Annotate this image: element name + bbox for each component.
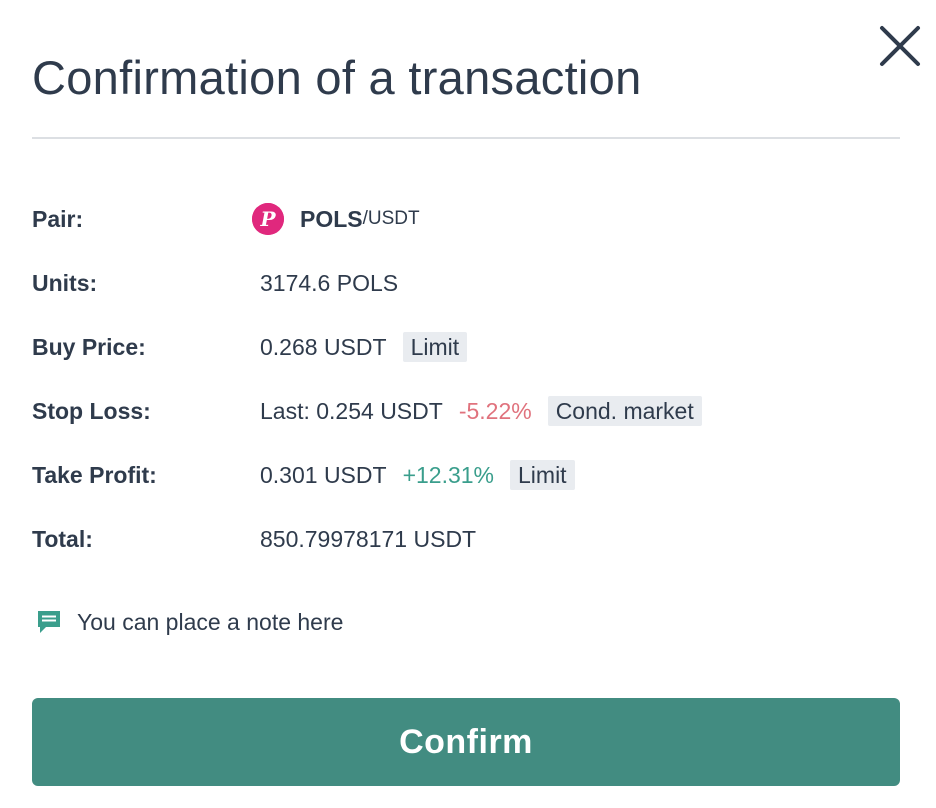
take-profit-percent: +12.31% <box>402 461 495 488</box>
buy-price-order-type-tag: Limit <box>402 332 468 362</box>
take-profit-row: Take Profit: 0.301 USDT +12.31% Limit <box>32 457 900 493</box>
comment-icon <box>36 609 62 635</box>
buy-price-value: 0.268 USDT Limit <box>260 329 468 365</box>
take-profit-value: 0.301 USDT +12.31% Limit <box>260 457 575 493</box>
units-value: 3174.6 POLS <box>260 265 398 301</box>
confirm-button[interactable]: Confirm <box>32 698 900 786</box>
pair-base-symbol: POLS <box>300 205 363 232</box>
buy-price-row: Buy Price: 0.268 USDT Limit <box>32 329 900 365</box>
coin-letter: P <box>259 207 276 231</box>
total-value: 850.79978171 USDT <box>260 521 476 557</box>
take-profit-order-type-tag: Limit <box>510 460 575 490</box>
stop-loss-row: Stop Loss: Last: 0.254 USDT -5.22% Cond.… <box>32 393 900 429</box>
note-placeholder-text: You can place a note here <box>77 608 344 635</box>
total-amount: 850.79978171 USDT <box>260 525 477 552</box>
stop-loss-label: Stop Loss: <box>32 398 151 424</box>
stop-loss-percent: -5.22% <box>458 397 532 424</box>
pair-label: Pair: <box>32 206 84 232</box>
take-profit-label: Take Profit: <box>32 462 157 488</box>
total-row: Total: 850.79978171 USDT <box>32 521 900 557</box>
pair-quote-symbol: /USDT <box>362 208 420 229</box>
stop-loss-value: Last: 0.254 USDT -5.22% Cond. market <box>260 393 702 429</box>
buy-price-amount: 0.268 USDT <box>260 333 387 360</box>
close-button[interactable] <box>874 20 926 72</box>
close-icon <box>874 20 926 72</box>
units-row: Units: 3174.6 POLS <box>32 265 900 301</box>
polkastarter-coin-icon: P <box>252 203 284 235</box>
total-label: Total: <box>32 526 93 552</box>
units-amount: 3174.6 POLS <box>260 269 399 296</box>
pair-value: P POLS/USDT <box>252 201 420 237</box>
pair-row: Pair: P POLS/USDT <box>32 201 900 237</box>
buy-price-label: Buy Price: <box>32 334 146 360</box>
dialog-title: Confirmation of a transaction <box>32 51 642 104</box>
add-note-link[interactable]: You can place a note here <box>36 603 343 641</box>
take-profit-amount: 0.301 USDT <box>260 461 387 488</box>
units-label: Units: <box>32 270 98 296</box>
title-divider <box>32 137 900 139</box>
stop-loss-order-type-tag: Cond. market <box>547 396 702 426</box>
stop-loss-amount: Last: 0.254 USDT <box>260 397 443 424</box>
